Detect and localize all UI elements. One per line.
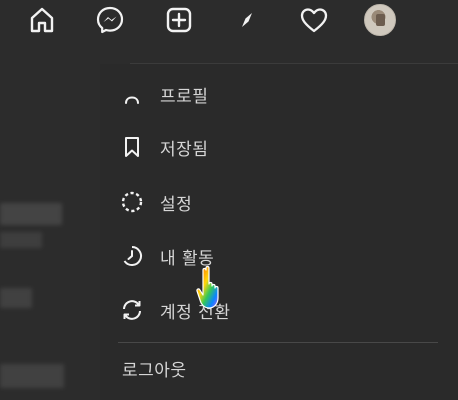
blurred-content <box>0 232 42 248</box>
blurred-content <box>0 203 62 225</box>
menu-item-label: 저장됨 <box>160 139 209 160</box>
new-post-icon[interactable] <box>161 2 197 38</box>
top-nav-bar <box>0 0 458 42</box>
home-icon[interactable] <box>24 2 60 38</box>
app-page: 프로필 저장됨 설정 내 활동 계정 전환 로그아웃 <box>0 0 458 400</box>
logout-button[interactable]: 로그아웃 <box>122 356 187 381</box>
menu-divider <box>118 342 438 343</box>
profile-avatar[interactable] <box>362 2 398 38</box>
activity-icon <box>118 242 146 270</box>
menu-item-label: 프로필 <box>160 86 209 107</box>
menu-item-label: 설정 <box>160 194 193 215</box>
menu-item-profile[interactable]: 프로필 <box>118 74 438 114</box>
settings-icon <box>118 188 146 216</box>
profile-icon <box>118 80 146 108</box>
messenger-icon[interactable] <box>92 2 128 38</box>
menu-item-label: 계정 전환 <box>160 302 231 323</box>
avatar-image <box>364 4 396 36</box>
menu-item-saved[interactable]: 저장됨 <box>118 127 438 167</box>
bookmark-icon <box>118 133 146 161</box>
menu-item-settings[interactable]: 설정 <box>118 182 438 222</box>
menu-item-your-activity[interactable]: 내 활동 <box>118 236 438 276</box>
blurred-content <box>0 288 32 308</box>
switch-account-icon <box>118 296 146 324</box>
blurred-content <box>0 364 64 388</box>
activity-heart-icon[interactable] <box>296 2 332 38</box>
menu-item-label: 내 활동 <box>160 248 215 269</box>
profile-dropdown-menu: 프로필 저장됨 설정 내 활동 계정 전환 로그아웃 <box>100 64 458 400</box>
menu-item-switch-account[interactable]: 계정 전환 <box>118 290 438 330</box>
explore-compass-icon[interactable] <box>229 2 265 38</box>
